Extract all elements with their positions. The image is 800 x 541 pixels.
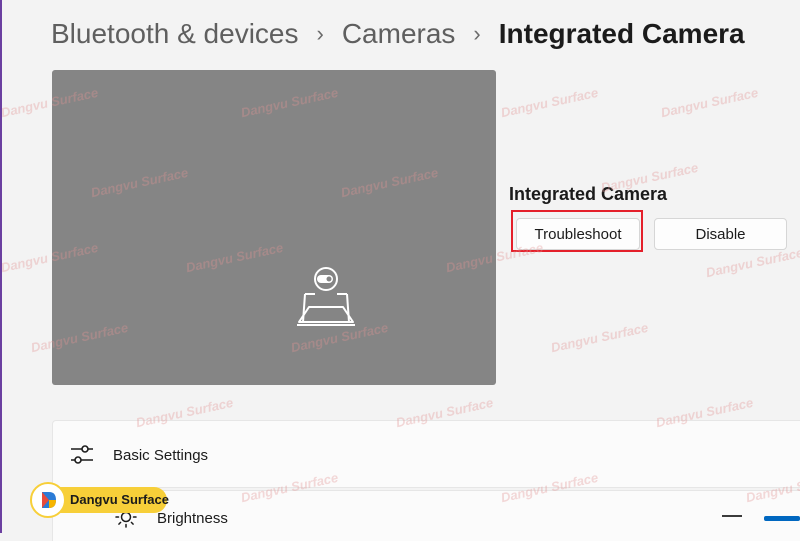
- watermark-text: Dangvu Surface: [499, 84, 600, 121]
- basic-settings-label: Basic Settings: [113, 447, 209, 464]
- window-edge: [0, 0, 2, 533]
- breadcrumb-separator-icon: ›: [316, 21, 324, 46]
- watermark-text: Dangvu Surface: [659, 84, 760, 121]
- breadcrumb: Bluetooth & devices › Cameras › Integrat…: [51, 12, 745, 56]
- camera-preview: [52, 70, 496, 385]
- brightness-slider-track[interactable]: [722, 515, 742, 517]
- brightness-slider-fill[interactable]: [764, 516, 800, 521]
- watermark-badge-text: Dangvu Surface: [70, 492, 169, 507]
- brightness-label: Brightness: [157, 510, 228, 527]
- page-title: Integrated Camera: [498, 18, 745, 49]
- breadcrumb-separator-icon: ›: [473, 21, 481, 46]
- watermark-text: Dangvu Surface: [704, 244, 800, 281]
- breadcrumb-bluetooth-devices[interactable]: Bluetooth & devices: [51, 18, 299, 50]
- troubleshoot-highlight-box: [511, 210, 643, 252]
- dangvu-logo-icon: [30, 482, 66, 518]
- watermark-text: Dangvu Surface: [549, 319, 650, 356]
- sliders-icon: [71, 445, 93, 464]
- disable-button[interactable]: Disable: [654, 218, 787, 250]
- watermark-badge: Dangvu Surface: [30, 482, 169, 518]
- camera-name: Integrated Camera: [509, 184, 668, 204]
- camera-off-laptop-icon: [297, 267, 355, 326]
- breadcrumb-cameras[interactable]: Cameras: [342, 18, 456, 50]
